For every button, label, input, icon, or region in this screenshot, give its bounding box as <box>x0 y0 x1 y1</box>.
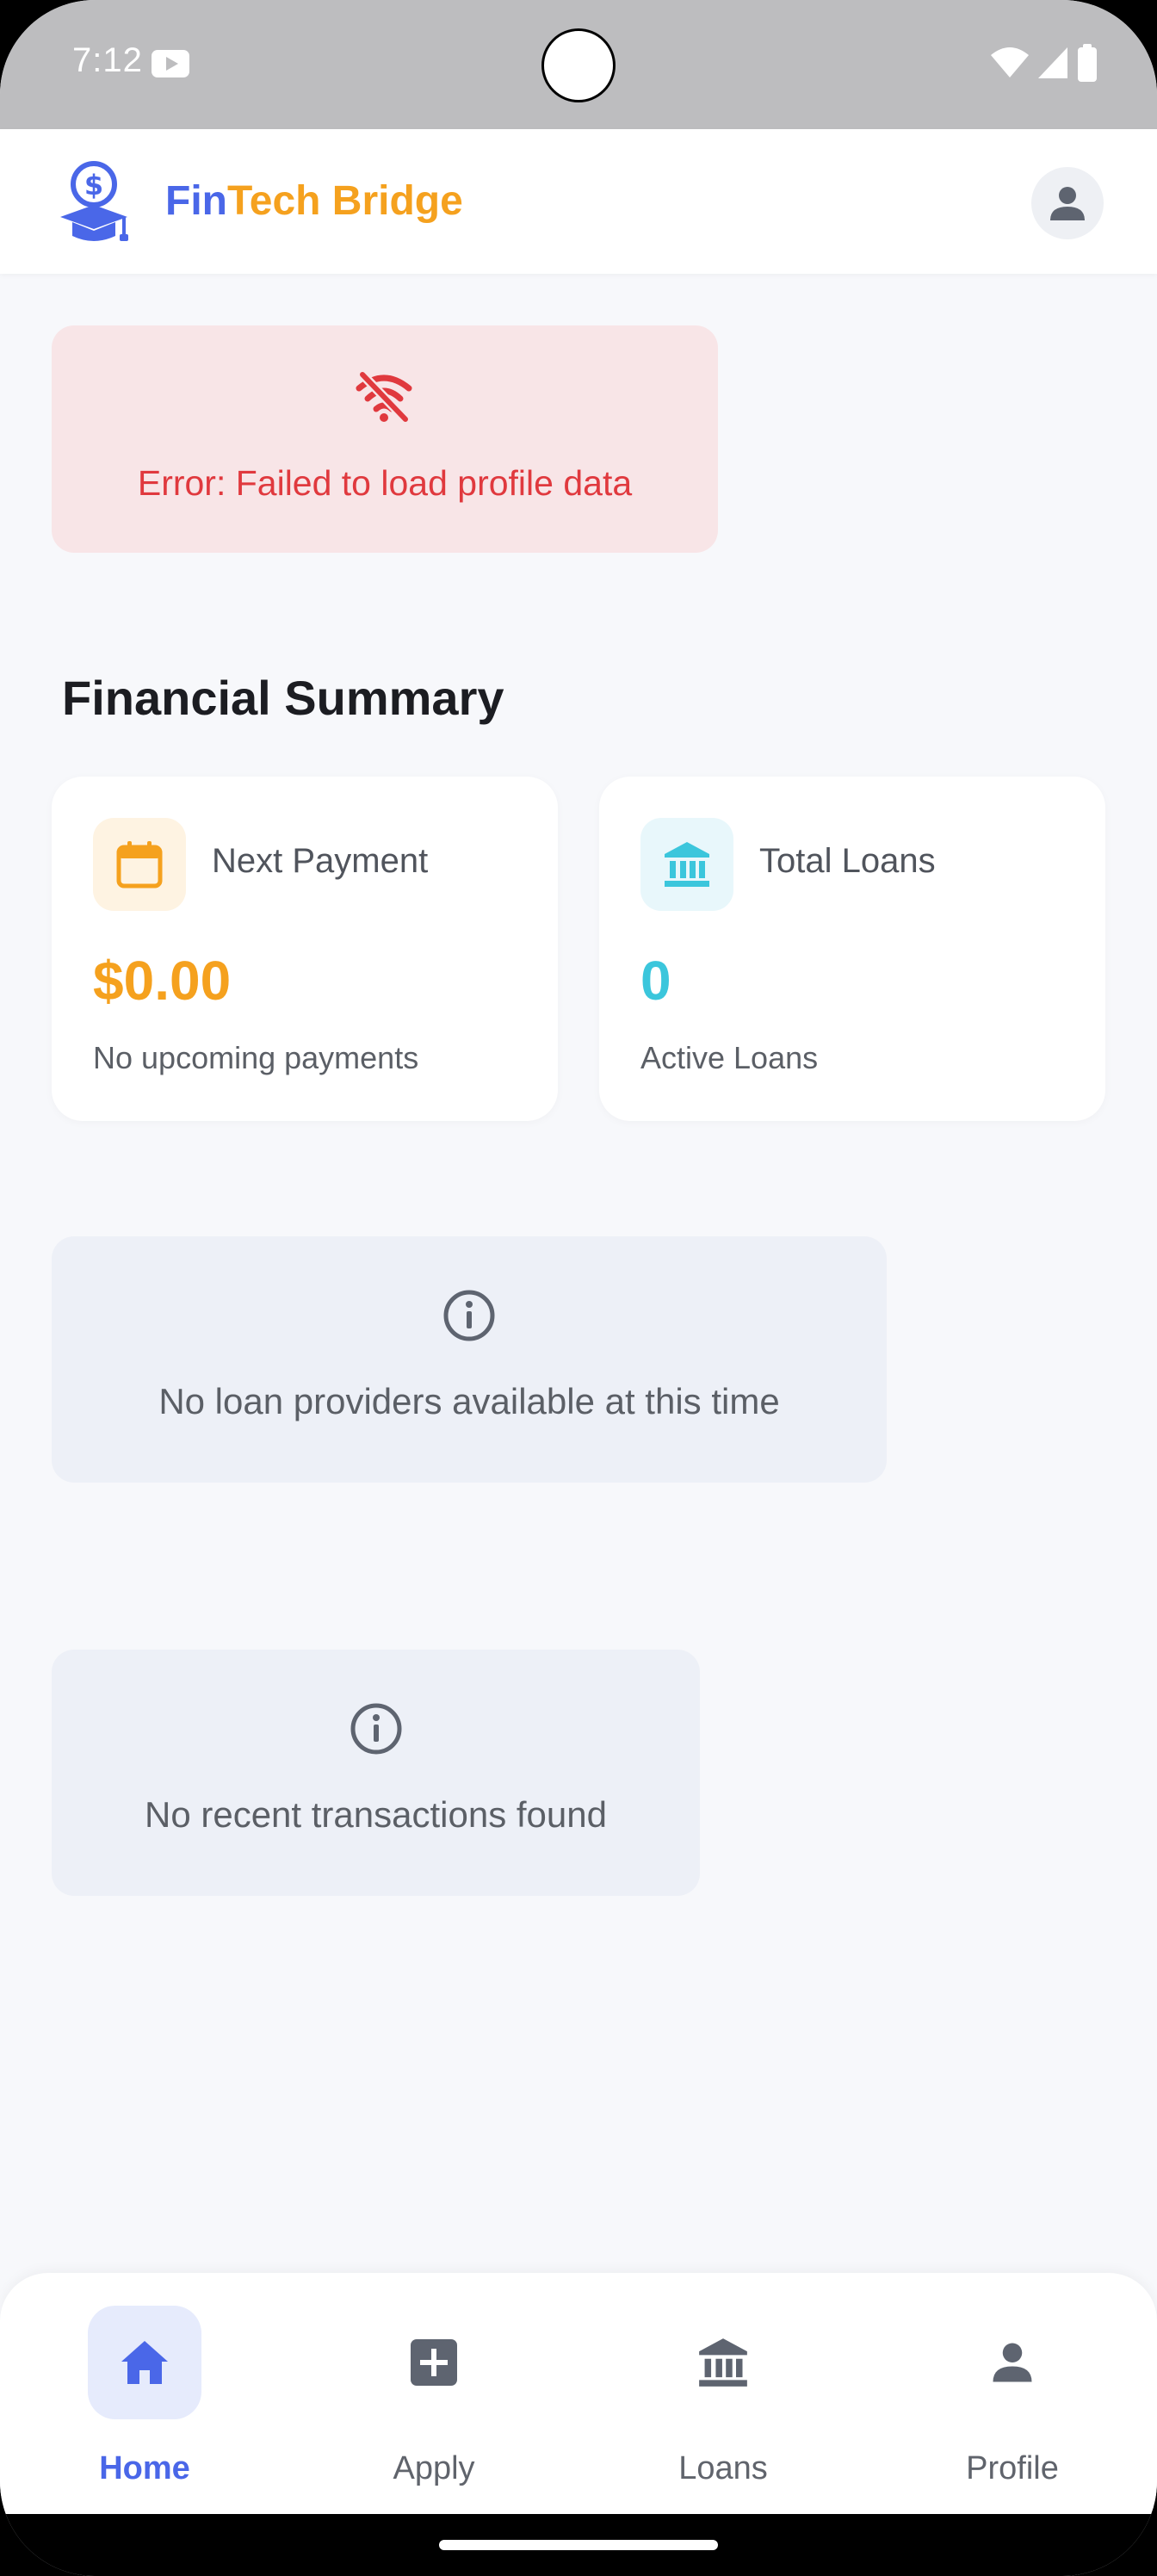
home-icon <box>121 2341 168 2384</box>
cellular-signal-icon <box>1038 47 1067 78</box>
home-gesture-handle[interactable] <box>439 2540 718 2550</box>
add-box-icon <box>411 2339 457 2386</box>
nav-item-loans[interactable]: Loans <box>578 2273 868 2514</box>
calendar-icon <box>116 841 163 889</box>
nav-label-profile: Profile <box>966 2450 1059 2486</box>
next-payment-card[interactable]: Next Payment $0.00 No upcoming payments <box>52 777 558 1121</box>
status-time: 7:12 <box>72 41 143 79</box>
bottom-navigation: Home Apply Loans Profile <box>0 2273 1157 2514</box>
brand-name-part2: Tech Bridge <box>226 178 463 224</box>
app-header: $ FinTech Bridge <box>0 129 1157 274</box>
phone-screen: 7:12 $ FinTech Bridge Error: Failed to l… <box>0 0 1157 2576</box>
nav-home-indicator <box>88 2306 201 2419</box>
error-card <box>52 325 718 553</box>
brand-name: FinTech Bridge <box>165 174 463 229</box>
total-loans-value: 0 <box>640 950 671 1012</box>
transactions-empty-card: No recent transactions found <box>52 1650 700 1896</box>
total-loans-subtitle: Active Loans <box>640 1040 819 1075</box>
nav-label-loans: Loans <box>678 2450 768 2486</box>
youtube-icon <box>152 50 189 77</box>
info-icon <box>443 1290 495 1341</box>
brand-name-part1: Fin <box>165 178 227 224</box>
camera-cutout <box>541 28 616 102</box>
loan-providers-empty-card: No loan providers available at this time <box>52 1236 887 1483</box>
nav-label-home: Home <box>99 2450 190 2486</box>
loan-providers-empty-message: No loan providers available at this time <box>158 1381 780 1421</box>
bank-icon <box>699 2338 747 2387</box>
svg-text:$: $ <box>84 169 103 201</box>
profile-avatar-button[interactable] <box>1031 167 1104 239</box>
wifi-off-icon <box>356 371 412 423</box>
battery-icon <box>1078 44 1097 82</box>
user-icon <box>1050 187 1085 220</box>
nav-item-profile[interactable]: Profile <box>868 2273 1157 2514</box>
nav-item-apply[interactable]: Apply <box>289 2273 578 2514</box>
status-bar: 7:12 <box>0 0 1157 129</box>
transactions-empty-message: No recent transactions found <box>145 1794 607 1835</box>
next-payment-value: $0.00 <box>93 950 232 1012</box>
info-icon <box>350 1703 401 1755</box>
next-payment-subtitle: No upcoming payments <box>93 1040 419 1075</box>
wifi-icon <box>991 47 1029 77</box>
next-payment-label: Next Payment <box>212 842 429 880</box>
bank-icon <box>665 842 709 887</box>
total-loans-label: Total Loans <box>759 842 936 880</box>
error-message: Error: Failed to load profile data <box>137 463 633 503</box>
calendar-icon-box <box>93 818 186 911</box>
user-icon <box>993 2343 1032 2382</box>
graduation-cap-dollar-icon: $ <box>60 161 128 241</box>
nav-item-home[interactable]: Home <box>0 2273 289 2514</box>
status-icons <box>990 43 1098 83</box>
nav-label-apply: Apply <box>393 2450 475 2486</box>
bank-icon-box <box>640 818 733 911</box>
section-title-financial-summary: Financial Summary <box>62 671 504 725</box>
total-loans-card[interactable]: Total Loans 0 Active Loans <box>599 777 1105 1121</box>
